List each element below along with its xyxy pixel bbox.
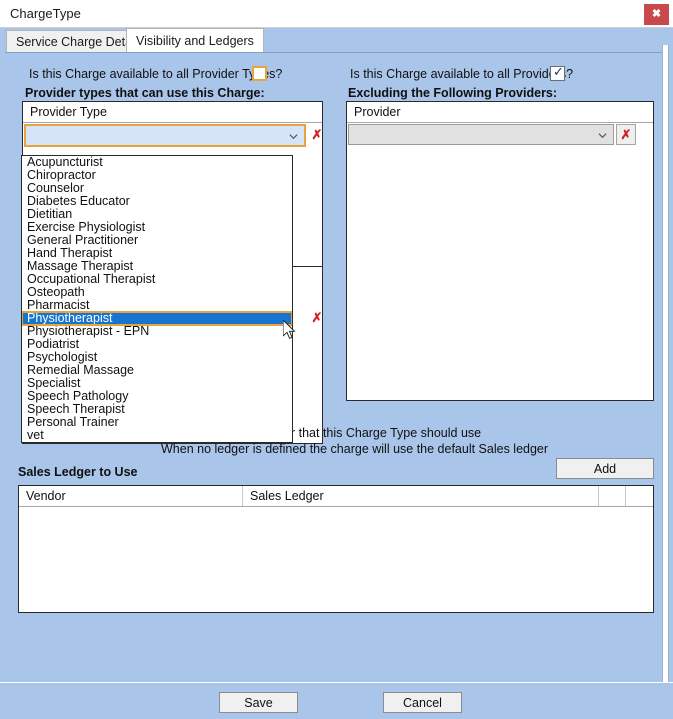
dropdown-option[interactable]: Personal Trainer <box>22 416 292 429</box>
column-header-provider-type: Provider Type <box>30 105 107 119</box>
save-button[interactable]: Save <box>219 692 298 713</box>
excluded-providers-grid: Provider <box>346 101 654 401</box>
close-icon[interactable]: ✖ <box>644 4 669 25</box>
tab-strip: Service Charge Details Visibility and Le… <box>0 28 673 52</box>
provider-types-grid-header: Provider Type <box>23 102 322 123</box>
chevron-down-icon <box>598 132 607 138</box>
all-provider-types-question: Is this Charge available to all Provider… <box>29 67 283 81</box>
dropdown-option[interactable]: vet <box>22 429 292 442</box>
provider-type-delete-button[interactable]: ✗ <box>310 125 324 144</box>
add-button[interactable]: Add <box>556 458 654 479</box>
window-title: ChargeType <box>10 6 81 21</box>
window-titlebar: ChargeType ✖ <box>0 0 673 28</box>
dialog-footer: Save Cancel <box>0 682 673 719</box>
window-scrollbar[interactable] <box>662 45 669 713</box>
all-provider-types-checkbox[interactable] <box>252 66 267 81</box>
column-header-vendor: Vendor <box>19 486 243 506</box>
provider-type-combobox[interactable] <box>24 124 306 147</box>
provider-type-dropdown-list[interactable]: Acupuncturist Chiropractor Counselor Diabet… <box>21 155 293 443</box>
provider-types-group-label: Provider types that can use this Charge: <box>25 86 265 100</box>
column-header-sales-ledger: Sales Ledger <box>243 486 599 506</box>
excluded-providers-grid-header: Provider <box>347 102 653 123</box>
all-providers-checkbox[interactable]: ✓ <box>550 64 565 81</box>
cancel-button[interactable]: Cancel <box>383 692 462 713</box>
provider-types-secondary-delete-button[interactable]: ✗ <box>310 308 324 327</box>
tab-visibility-and-ledgers[interactable]: Visibility and Ledgers <box>126 28 264 52</box>
checkmark-icon: ✓ <box>553 64 564 79</box>
dropdown-option[interactable]: Physiotherapist <box>22 311 292 326</box>
provider-combobox[interactable] <box>348 124 614 145</box>
provider-delete-button[interactable]: ✗ <box>616 124 636 145</box>
ledger-hint-line-2: When no ledger is defined the charge wil… <box>161 442 549 456</box>
all-providers-question: Is this Charge available to all Provider… <box>350 67 574 81</box>
sales-ledger-title: Sales Ledger to Use <box>18 465 138 479</box>
sales-ledger-grid: Vendor Sales Ledger <box>18 485 654 613</box>
column-header-spacer-1 <box>599 486 626 506</box>
charge-type-dialog: ChargeType ✖ Service Charge Details Visi… <box>0 0 673 719</box>
chevron-down-icon <box>289 133 298 139</box>
excluding-providers-group-label: Excluding the Following Providers: <box>348 86 558 100</box>
sales-ledger-grid-header: Vendor Sales Ledger <box>19 486 653 507</box>
column-header-provider: Provider <box>354 105 401 119</box>
column-header-spacer-2 <box>626 486 653 506</box>
